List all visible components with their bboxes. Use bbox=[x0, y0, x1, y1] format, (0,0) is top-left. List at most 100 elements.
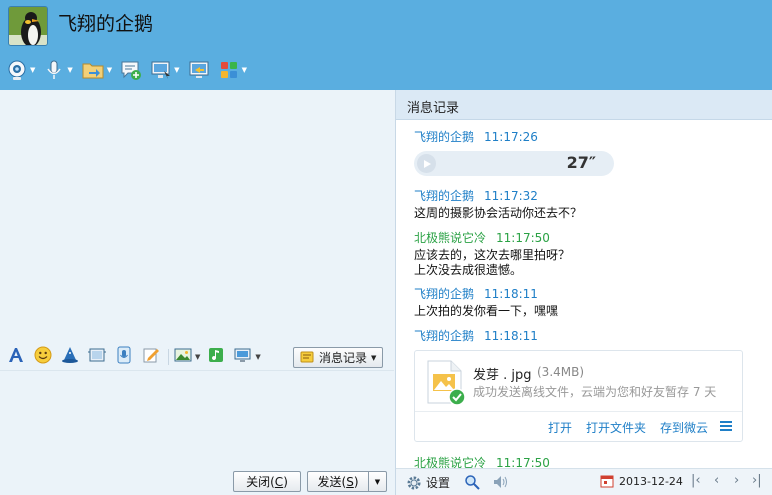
history-button-label: 消息记录 bbox=[319, 351, 368, 365]
history-toolbar: 设置 2013-12-24 |‹ ‹ › ›| bbox=[396, 468, 772, 495]
message-time: 11:18:11 bbox=[484, 287, 538, 301]
file-name[interactable]: 发芽 . jpg bbox=[473, 364, 532, 383]
sender-name[interactable]: 飞翔的企鹅 bbox=[414, 329, 474, 343]
font-button[interactable] bbox=[6, 347, 26, 367]
file-status: 成功发送离线文件，云端为您和好友暂存 7 天 bbox=[473, 385, 717, 399]
message-text: 这周的摄影协会活动你还去不？ bbox=[414, 206, 583, 220]
message-header: 飞翔的企鹅 11:18:11 bbox=[414, 327, 538, 344]
magic-expression-button[interactable] bbox=[60, 347, 80, 367]
last-page-icon[interactable]: ›| bbox=[752, 473, 762, 488]
font-icon bbox=[7, 346, 25, 367]
message-header: 飞翔的企鹅 11:17:32 bbox=[414, 187, 538, 204]
gear-icon bbox=[406, 475, 422, 491]
date-value: 2013-12-24 bbox=[619, 474, 683, 488]
message-text: 上次拍的发你看一下，嘿嘿 bbox=[414, 304, 559, 318]
chevron-down-icon: ▼ bbox=[371, 353, 377, 362]
send-file-button[interactable]: ▼ bbox=[81, 56, 112, 84]
microphone-icon bbox=[43, 59, 65, 81]
file-message-card: 发芽 . jpg (3.4MB) 成功发送离线文件，云端为您和好友暂存 7 天 … bbox=[414, 350, 743, 442]
chevron-down-icon[interactable]: ▼ bbox=[174, 66, 179, 74]
message-time: 11:18:11 bbox=[484, 329, 538, 343]
play-icon[interactable] bbox=[417, 154, 436, 173]
close-button-label-end: ) bbox=[283, 474, 288, 489]
webcam-icon bbox=[6, 59, 28, 81]
separator bbox=[168, 348, 169, 365]
remote-desktop-icon bbox=[150, 59, 172, 81]
previous-page-icon[interactable]: ‹ bbox=[714, 473, 719, 488]
message-time: 11:17:32 bbox=[484, 189, 538, 203]
create-discussion-button[interactable] bbox=[120, 56, 142, 84]
chevron-down-icon[interactable]: ▼ bbox=[242, 66, 247, 74]
music-icon bbox=[207, 346, 225, 367]
image-file-icon[interactable] bbox=[427, 360, 466, 406]
emoji-button[interactable] bbox=[33, 346, 53, 367]
music-button[interactable] bbox=[206, 347, 226, 367]
message-input[interactable] bbox=[0, 370, 394, 468]
screen-share-icon bbox=[188, 59, 210, 81]
sender-name[interactable]: 飞翔的企鹅 bbox=[414, 130, 474, 144]
volume-icon[interactable] bbox=[492, 474, 510, 493]
magic-icon bbox=[61, 346, 79, 367]
apps-icon bbox=[218, 59, 240, 81]
chevron-down-icon[interactable]: ▼ bbox=[107, 66, 112, 74]
screen-share-button[interactable] bbox=[188, 56, 210, 84]
send-button-label: 发送( bbox=[317, 475, 347, 489]
save-to-cloud-link[interactable]: 存到微云 bbox=[660, 419, 708, 436]
message-history-panel: 消息记录 飞翔的企鹅 11:17:26 27″ 飞翔的企鹅 11:17:32 这周的… bbox=[395, 90, 772, 495]
whiteboard-button[interactable] bbox=[141, 347, 161, 367]
apps-button[interactable]: ▼ bbox=[218, 56, 247, 84]
message-text: 上次没去成很遗憾。 bbox=[414, 263, 523, 277]
whiteboard-icon bbox=[142, 346, 160, 367]
new-discussion-icon bbox=[120, 59, 142, 81]
toolbar: ▼ ▼ ▼ ▼ ▼ bbox=[6, 56, 255, 84]
send-options-button[interactable]: ▼ bbox=[368, 471, 387, 492]
chevron-down-icon[interactable]: ▼ bbox=[195, 353, 200, 361]
chevron-down-icon: ▼ bbox=[374, 477, 381, 486]
voice-message-button[interactable] bbox=[114, 346, 134, 367]
next-page-icon[interactable]: › bbox=[734, 473, 739, 488]
first-page-icon[interactable]: |‹ bbox=[691, 473, 701, 488]
menu-icon[interactable] bbox=[720, 421, 732, 432]
message-time: 11:17:26 bbox=[484, 130, 538, 144]
date-picker[interactable]: 2013-12-24 bbox=[600, 474, 683, 488]
chevron-down-icon[interactable]: ▼ bbox=[67, 66, 72, 74]
avatar[interactable] bbox=[8, 6, 48, 46]
send-button-label-end: ) bbox=[353, 474, 359, 489]
video-show-button[interactable] bbox=[87, 347, 107, 367]
message-header: 北极熊说它冷 11:17:50 bbox=[414, 229, 550, 246]
voice-message-icon bbox=[115, 346, 133, 367]
sender-name[interactable]: 北极熊说它冷 bbox=[414, 231, 486, 245]
sender-name[interactable]: 飞翔的企鹅 bbox=[414, 287, 474, 301]
message-time: 11:17:50 bbox=[496, 231, 550, 245]
contact-name: 飞翔的企鹅 bbox=[58, 13, 154, 35]
send-image-button[interactable] bbox=[173, 347, 193, 367]
open-folder-link[interactable]: 打开文件夹 bbox=[586, 419, 646, 436]
message-header: 飞翔的企鹅 11:17:26 bbox=[414, 128, 538, 145]
search-icon[interactable] bbox=[464, 474, 480, 493]
file-size: (3.4MB) bbox=[537, 365, 585, 379]
close-button[interactable]: 关闭(C) bbox=[233, 471, 301, 492]
send-button-shortcut: S bbox=[346, 474, 354, 489]
sender-name[interactable]: 飞翔的企鹅 bbox=[414, 189, 474, 203]
chevron-down-icon[interactable]: ▼ bbox=[30, 66, 35, 74]
message-text: 应该去的，这次去哪里拍呀？ bbox=[414, 248, 571, 262]
voice-message[interactable]: 27″ bbox=[414, 151, 614, 176]
image-icon bbox=[174, 346, 192, 367]
video-frame-icon bbox=[88, 346, 106, 367]
close-button-shortcut: C bbox=[274, 474, 284, 489]
message-header: 飞翔的企鹅 11:18:11 bbox=[414, 285, 538, 302]
settings-button[interactable]: 设置 bbox=[406, 474, 450, 491]
divider bbox=[415, 411, 742, 412]
chat-display-area[interactable] bbox=[0, 90, 394, 343]
chevron-down-icon[interactable]: ▼ bbox=[255, 353, 260, 361]
voice-call-button[interactable]: ▼ bbox=[43, 56, 73, 84]
video-call-button[interactable]: ▼ bbox=[6, 56, 35, 84]
open-file-link[interactable]: 打开 bbox=[548, 419, 572, 436]
remote-desktop-button[interactable]: ▼ bbox=[150, 56, 180, 84]
message-history-button[interactable]: 消息记录 ▼ bbox=[293, 347, 383, 368]
settings-label: 设置 bbox=[426, 476, 451, 490]
screenshot-icon bbox=[234, 346, 252, 367]
calendar-icon bbox=[600, 474, 614, 488]
screenshot-button[interactable] bbox=[233, 347, 253, 367]
send-button[interactable]: 发送(S) bbox=[307, 471, 369, 492]
